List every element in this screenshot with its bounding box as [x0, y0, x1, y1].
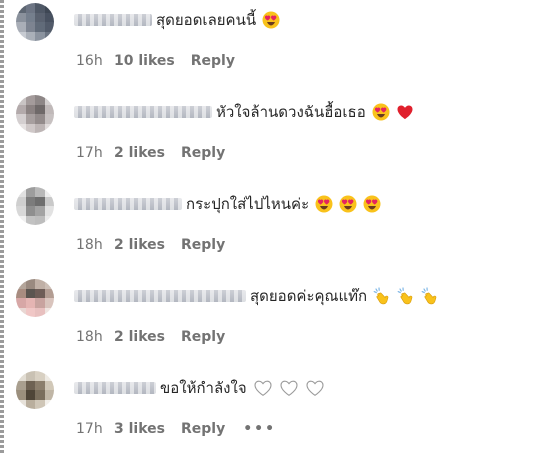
white-heart-icon: [305, 379, 325, 397]
clapping-hands-icon: [421, 287, 439, 305]
comment-meta: 18h 2 likes Reply: [76, 237, 225, 253]
white-heart-icon: [279, 379, 299, 397]
white-heart-icon: [253, 379, 273, 397]
more-options-icon[interactable]: •••: [243, 421, 276, 437]
likes-count[interactable]: 2 likes: [114, 145, 165, 161]
reply-button[interactable]: Reply: [181, 329, 225, 345]
comment-line: หัวใจล้านดวงฉันฮื้อเธอ: [74, 100, 414, 124]
avatar[interactable]: [16, 279, 54, 317]
comment-text: สุดยอดเลยคนนี้: [156, 11, 257, 29]
heart-eyes-icon: [363, 195, 381, 213]
comment-line: กระปุกใส่ไปไหนค่ะ: [74, 192, 381, 216]
reply-button[interactable]: Reply: [181, 421, 225, 437]
likes-count[interactable]: 3 likes: [114, 421, 165, 437]
comment-line: สุดยอดค่ะคุณแท๊ก: [74, 284, 439, 308]
username-blurred[interactable]: [74, 290, 246, 302]
comment-item: กระปุกใส่ไปไหนค่ะ 18h 2 likes Reply: [0, 184, 556, 276]
heart-eyes-icon: [372, 103, 390, 121]
username-blurred[interactable]: [74, 382, 156, 394]
comment-time: 18h: [76, 329, 103, 345]
comment-time: 17h: [76, 421, 103, 437]
likes-count[interactable]: 10 likes: [114, 53, 175, 69]
comment-item: หัวใจล้านดวงฉันฮื้อเธอ 17h 2 likes Reply: [0, 92, 556, 184]
comment-meta: 16h 10 likes Reply: [76, 53, 235, 69]
reply-button[interactable]: Reply: [181, 145, 225, 161]
heart-eyes-icon: [262, 11, 280, 29]
comment-meta: 18h 2 likes Reply: [76, 329, 225, 345]
comment-item: ขอให้กำลังใจ 17h 3 likes Reply •••: [0, 368, 556, 460]
likes-count[interactable]: 2 likes: [114, 237, 165, 253]
clapping-hands-icon: [373, 287, 391, 305]
comment-line: ขอให้กำลังใจ: [74, 376, 325, 400]
comment-time: 16h: [76, 53, 103, 69]
heart-eyes-icon: [339, 195, 357, 213]
reply-button[interactable]: Reply: [191, 53, 235, 69]
avatar[interactable]: [16, 371, 54, 409]
avatar[interactable]: [16, 3, 54, 41]
comment-text: กระปุกใส่ไปไหนค่ะ: [186, 195, 310, 213]
comment-meta: 17h 3 likes Reply •••: [76, 421, 276, 437]
comment-text: ขอให้กำลังใจ: [160, 379, 247, 397]
comment-time: 17h: [76, 145, 103, 161]
red-heart-icon: [396, 103, 414, 121]
comment-line: สุดยอดเลยคนนี้: [74, 8, 280, 32]
username-blurred[interactable]: [74, 14, 152, 26]
likes-count[interactable]: 2 likes: [114, 329, 165, 345]
avatar[interactable]: [16, 95, 54, 133]
heart-eyes-icon: [315, 195, 333, 213]
username-blurred[interactable]: [74, 198, 182, 210]
clapping-hands-icon: [397, 287, 415, 305]
username-blurred[interactable]: [74, 106, 212, 118]
comment-text: สุดยอดค่ะคุณแท๊ก: [250, 287, 368, 305]
comment-item: สุดยอดเลยคนนี้ 16h 10 likes Reply: [0, 0, 556, 92]
comment-item: สุดยอดค่ะคุณแท๊ก 18h 2 likes Reply: [0, 276, 556, 368]
comment-time: 18h: [76, 237, 103, 253]
avatar[interactable]: [16, 187, 54, 225]
comment-meta: 17h 2 likes Reply: [76, 145, 225, 161]
reply-button[interactable]: Reply: [181, 237, 225, 253]
comment-text: หัวใจล้านดวงฉันฮื้อเธอ: [216, 103, 366, 121]
